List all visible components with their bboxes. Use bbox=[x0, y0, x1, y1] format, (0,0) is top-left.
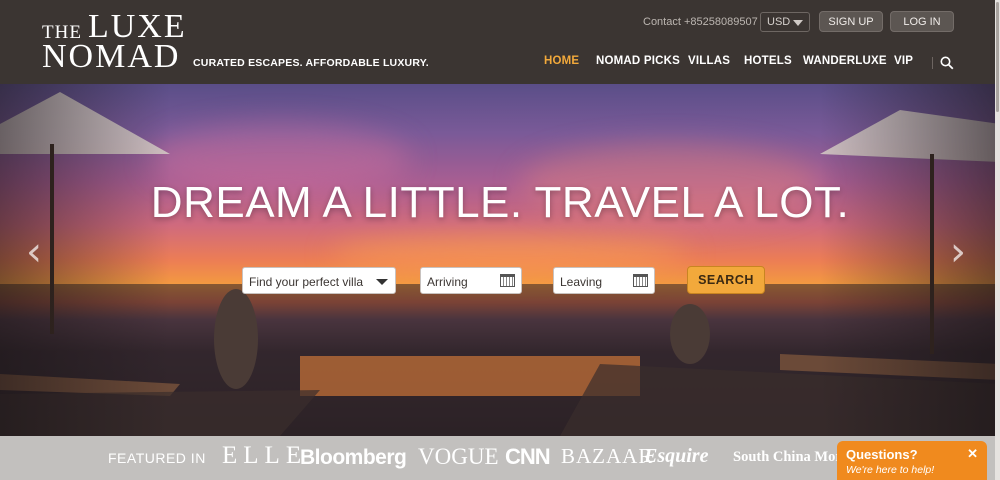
leaving-placeholder: Leaving bbox=[560, 275, 603, 289]
arriving-date-field[interactable]: Arriving bbox=[420, 267, 522, 294]
calendar-icon[interactable] bbox=[633, 274, 648, 287]
login-button[interactable]: LOG IN bbox=[890, 11, 954, 32]
search-button[interactable]: SEARCH bbox=[687, 266, 765, 294]
villa-select[interactable]: Find your perfect villa bbox=[242, 267, 396, 294]
calendar-icon[interactable] bbox=[500, 274, 515, 287]
chat-widget[interactable]: Questions? We're here to help! ✕ bbox=[837, 441, 987, 480]
page-scrollbar[interactable] bbox=[995, 0, 1000, 480]
contact-phone[interactable]: Contact +85258089507 bbox=[643, 16, 758, 28]
publication-logo-elle: ELLE bbox=[222, 442, 308, 469]
publication-logo-bloomberg: Bloomberg bbox=[300, 446, 407, 469]
signup-button[interactable]: SIGN UP bbox=[819, 11, 883, 32]
search-icon[interactable] bbox=[940, 56, 954, 75]
publication-logo-cnn: CNN bbox=[505, 444, 551, 469]
tagline: CURATED ESCAPES. AFFORDABLE LUXURY. bbox=[193, 57, 429, 69]
nav-item-home[interactable]: HOME bbox=[544, 55, 579, 67]
nav-item-wanderluxe[interactable]: WANDERLUXE bbox=[803, 55, 887, 67]
chevron-down-icon bbox=[793, 20, 803, 26]
currency-select[interactable]: USD bbox=[760, 12, 810, 32]
nav-item-villas[interactable]: VILLAS bbox=[688, 55, 730, 67]
chevron-right-icon[interactable]: › bbox=[948, 230, 968, 274]
publication-logo-vogue: VOGUE bbox=[418, 444, 499, 469]
hero-headline: DREAM A LITTLE. TRAVEL A LOT. bbox=[150, 178, 850, 227]
nav-item-hotels[interactable]: HOTELS bbox=[744, 55, 792, 67]
scrollbar-thumb[interactable] bbox=[996, 2, 999, 112]
arriving-placeholder: Arriving bbox=[427, 275, 468, 289]
villa-select-value: Find your perfect villa bbox=[249, 275, 364, 289]
leaving-date-field[interactable]: Leaving bbox=[553, 267, 655, 294]
nav-divider bbox=[932, 57, 933, 69]
nav-item-nomad-picks[interactable]: NOMAD PICKS bbox=[596, 55, 680, 67]
nav-item-vip[interactable]: VIP bbox=[894, 55, 913, 67]
currency-value: USD bbox=[767, 16, 791, 28]
hero-shade-right bbox=[820, 84, 1000, 436]
featured-label: FEATURED IN bbox=[108, 450, 206, 466]
publication-logo-bazaar: BAZAAR bbox=[561, 444, 654, 468]
logo-nomad: NOMAD bbox=[42, 38, 181, 75]
chevron-left-icon[interactable]: ‹ bbox=[24, 230, 44, 274]
chat-title: Questions? bbox=[846, 447, 918, 462]
site-logo[interactable]: THE LUXE NOMAD bbox=[42, 10, 187, 74]
chat-subtitle: We're here to help! bbox=[846, 464, 935, 476]
publication-logo-scmp: South China Morn bbox=[733, 449, 850, 465]
chevron-down-icon bbox=[376, 279, 388, 285]
close-icon[interactable]: ✕ bbox=[967, 446, 978, 462]
publication-logo-esquire: Esquire bbox=[644, 445, 709, 467]
